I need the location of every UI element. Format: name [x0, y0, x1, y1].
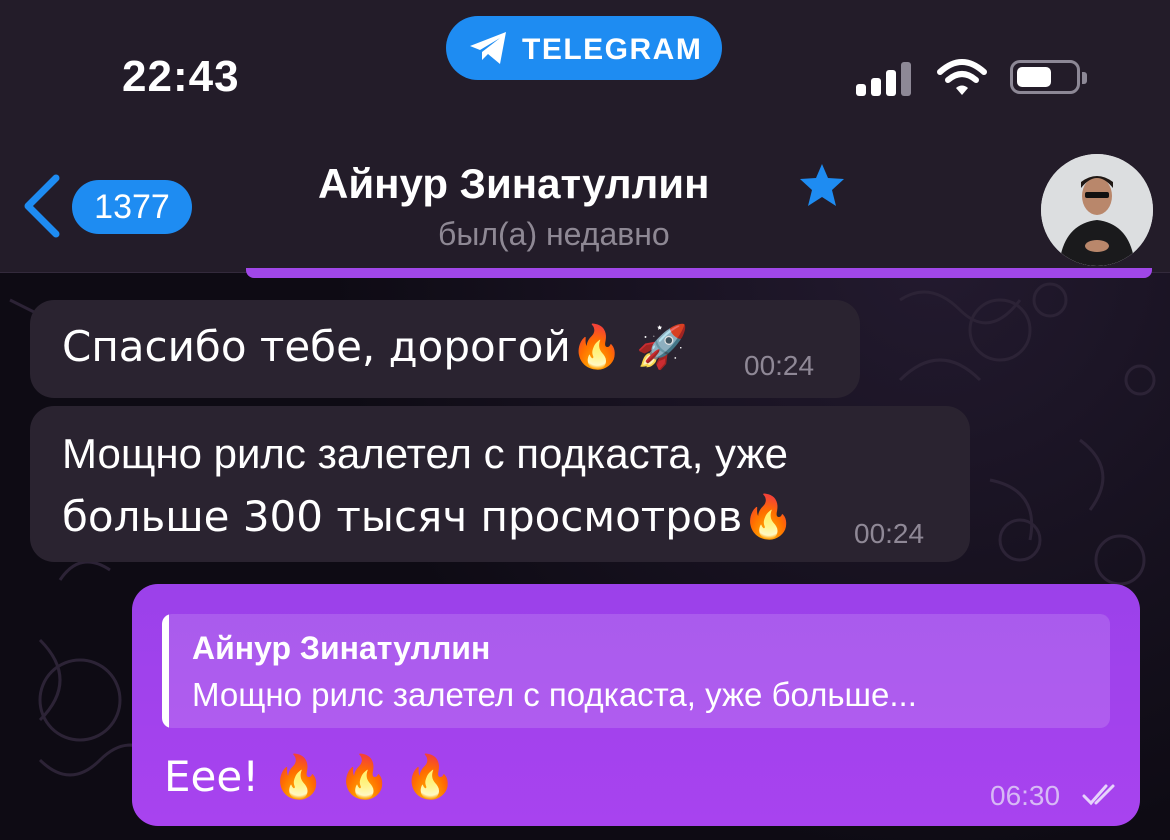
avatar[interactable] — [1041, 154, 1153, 266]
message-bubble-incoming[interactable]: Мощно рилс залетел с подкаста, уже больш… — [30, 406, 970, 562]
message-text: Еее! 🔥 🔥 🔥 — [164, 752, 456, 801]
wifi-icon — [937, 59, 987, 95]
signal-icon — [856, 60, 916, 96]
battery-icon — [1010, 60, 1087, 94]
message-bubble-outgoing[interactable]: Айнур Зинатуллин Мощно рилс залетел с по… — [132, 584, 1140, 826]
message-time: 06:30 — [990, 780, 1061, 811]
telegram-pill[interactable]: TELEGRAM — [446, 16, 722, 80]
message-text-line1: Мощно рилс залетел с подкаста, уже — [62, 430, 788, 477]
star-icon — [800, 164, 844, 206]
message-time: 00:24 — [854, 518, 925, 549]
avatar-photo — [1041, 154, 1153, 266]
pinned-strip — [246, 268, 1152, 278]
reply-text: Мощно рилс залетел с подкаста, уже больш… — [192, 676, 917, 713]
telegram-pill-label: TELEGRAM — [522, 33, 703, 66]
double-check-icon — [1082, 784, 1115, 806]
reply-author: Айнур Зинатуллин — [192, 630, 491, 666]
reply-quote[interactable]: Айнур Зинатуллин Мощно рилс залетел с по… — [162, 614, 1110, 728]
message-bubble-incoming[interactable]: Спасибо тебе, дорогой🔥 🚀 00:24 — [30, 300, 860, 398]
status-time: 22:43 — [122, 52, 240, 101]
back-chevron-icon[interactable] — [20, 172, 64, 240]
message-text: Спасибо тебе, дорогой🔥 🚀 — [62, 322, 689, 371]
telegram-plane-icon — [470, 32, 506, 64]
chat-header: 22:43 TELEGRAM 1377 Айнур Зинатуллин был… — [0, 0, 1170, 273]
contact-name[interactable]: Айнур Зинатуллин — [318, 160, 709, 208]
message-text-line2: больше 300 тысяч просмотров🔥 — [62, 492, 795, 541]
unread-count-badge[interactable]: 1377 — [72, 180, 192, 234]
reply-bar — [162, 614, 169, 728]
message-time: 00:24 — [744, 350, 815, 381]
contact-status: был(а) недавно — [438, 216, 670, 252]
